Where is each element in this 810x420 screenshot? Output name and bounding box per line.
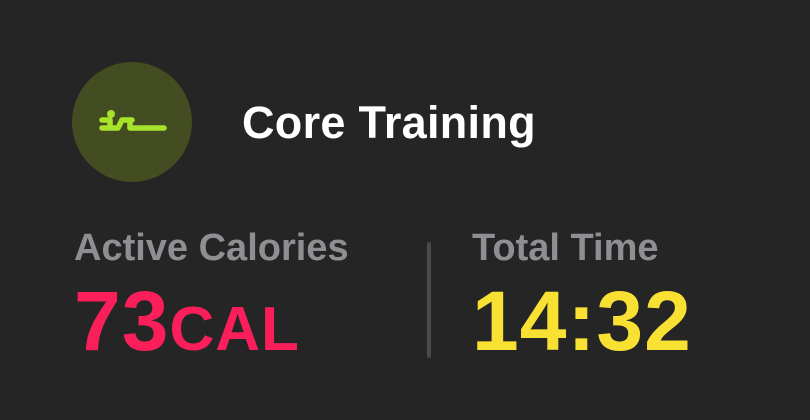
total-time-label: Total Time xyxy=(472,227,659,269)
calories-number: 73 xyxy=(74,274,170,368)
active-calories-label: Active Calories xyxy=(74,227,349,269)
total-time-metric: Total Time 14:32 xyxy=(472,225,692,365)
active-calories-value: 73CAL xyxy=(74,277,349,390)
workout-summary-card: Core Training Active Calories 73CAL Tota… xyxy=(0,0,810,420)
workout-title: Core Training xyxy=(242,97,536,148)
workout-icon-badge xyxy=(72,62,192,182)
metric-divider xyxy=(427,242,431,358)
total-time-value: 14:32 xyxy=(472,274,692,368)
active-calories-metric: Active Calories 73CAL xyxy=(74,225,349,390)
core-training-icon xyxy=(99,110,167,131)
calories-unit: CAL xyxy=(169,295,300,364)
